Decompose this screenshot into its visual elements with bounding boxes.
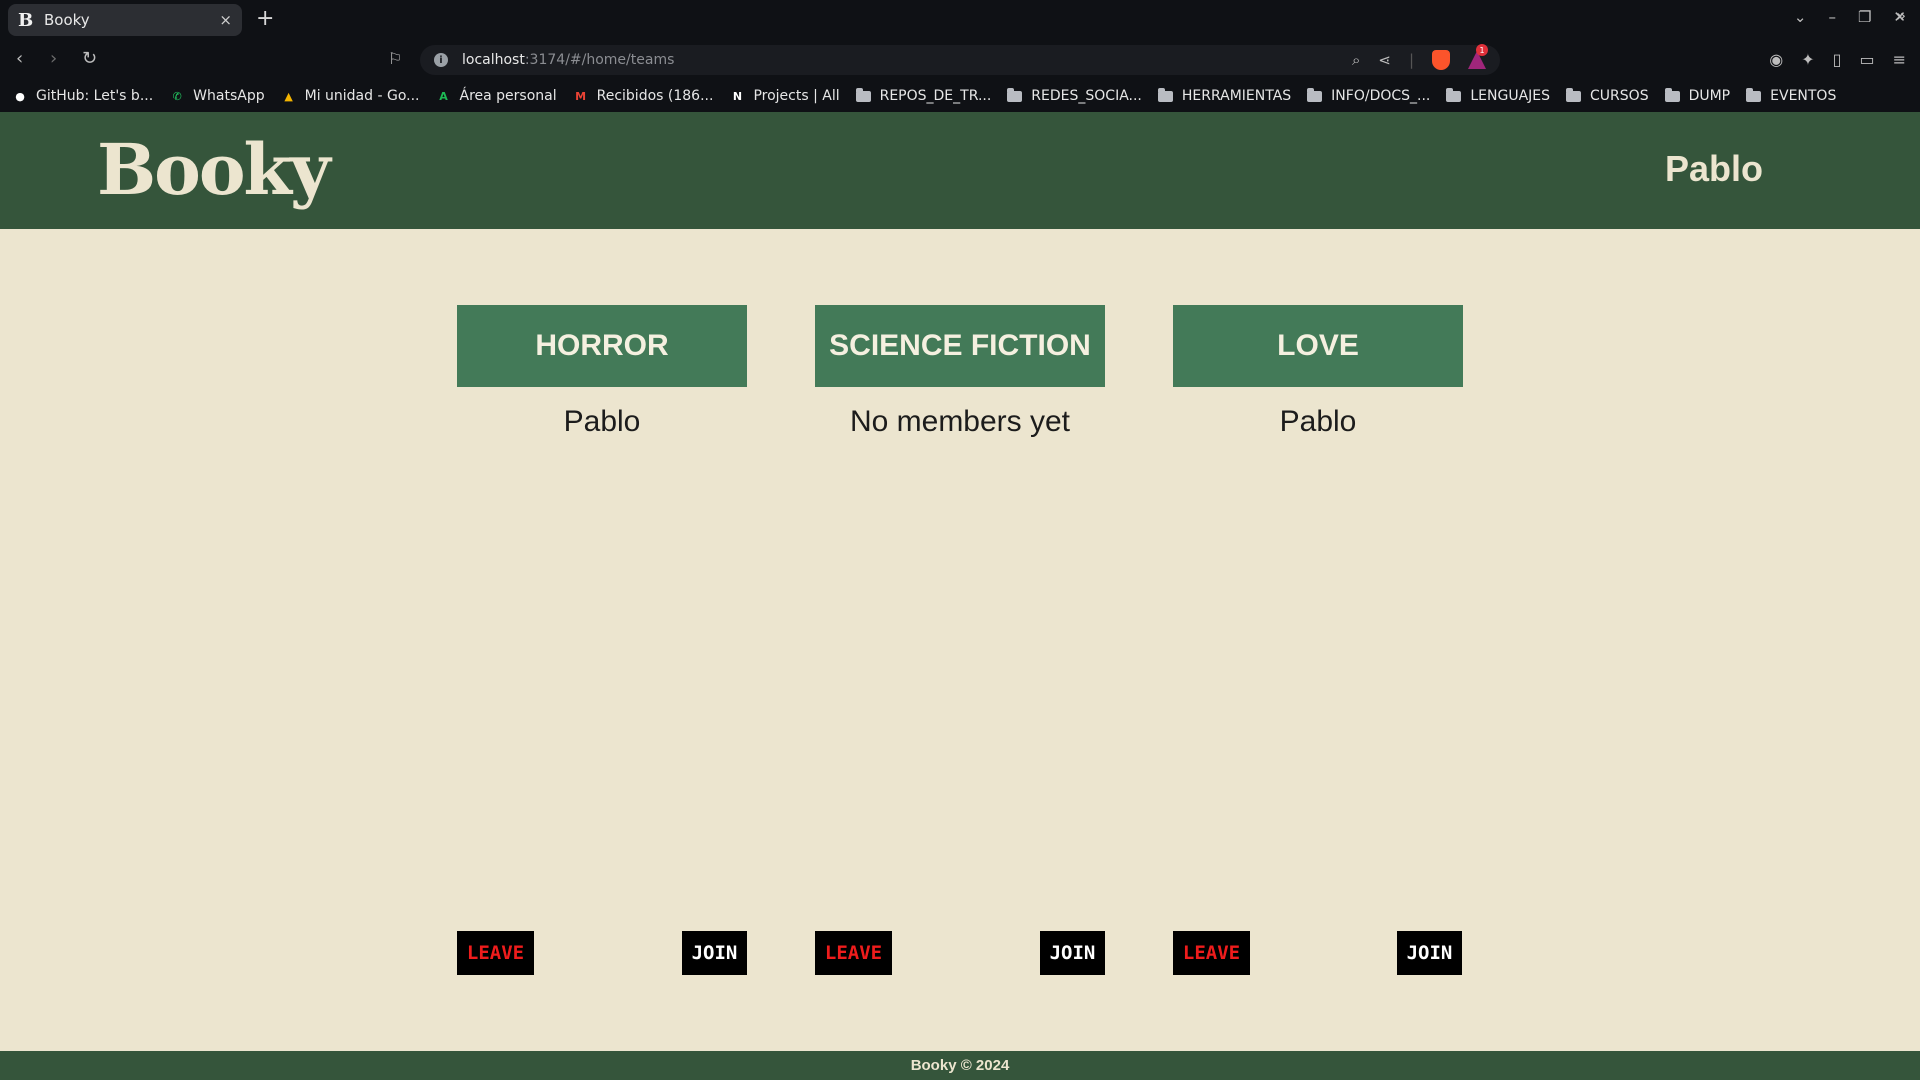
team-title: SCIENCE FICTION — [815, 305, 1105, 387]
sidebar-icon[interactable]: ▯ — [1833, 50, 1842, 69]
close-tab-icon[interactable]: × — [219, 11, 232, 29]
booky-logo[interactable]: Booky — [97, 128, 331, 211]
join-science-fiction-button[interactable]: JOIN — [1040, 931, 1105, 975]
share-icon[interactable]: ⋖ — [1378, 51, 1391, 69]
bookmark-item[interactable]: CURSOS — [1566, 87, 1649, 104]
minimize-icon[interactable]: – — [1828, 8, 1836, 26]
bookmark-label: LENGUAJES — [1470, 88, 1551, 104]
folder-icon — [1566, 87, 1582, 102]
bookmark-label: WhatsApp — [193, 88, 265, 104]
toolbar-right-actions: ◉ ✦ ▯ ▭ ≡ — [1769, 50, 1906, 69]
new-tab-icon[interactable]: + — [256, 6, 274, 31]
bookmark-label: GitHub: Let's b... — [36, 88, 154, 104]
whatsapp-icon: ✆ — [172, 89, 182, 103]
gmail-icon: M — [575, 89, 587, 103]
bookmark-label: INFO/DOCS_... — [1331, 88, 1431, 104]
bookmark-item[interactable]: ● GitHub: Let's b... — [12, 88, 153, 104]
url-path: :3174/#/home/teams — [524, 52, 675, 68]
team-title: HORROR — [457, 305, 747, 387]
bookmark-label: EVENTOS — [1770, 88, 1837, 104]
user-name[interactable]: Pablo — [1665, 148, 1763, 190]
folder-icon — [1007, 87, 1023, 102]
app-header: Booky Pablo — [0, 112, 1920, 229]
folder-icon — [1746, 87, 1762, 102]
team-members: Pablo — [1279, 405, 1357, 438]
bookmark-label: Área personal — [459, 88, 557, 104]
tab-title: Booky — [44, 11, 90, 29]
bookmark-label: REPOS_DE_TR... — [879, 88, 992, 104]
restore-icon[interactable]: ❐ — [1858, 8, 1871, 26]
bookmark-item[interactable]: REPOS_DE_TR... — [855, 87, 992, 104]
team-card-science-fiction: SCIENCE FICTION No members yet — [815, 305, 1105, 439]
leave-horror-button[interactable]: LEAVE — [457, 931, 534, 975]
browser-toolbar: ‹ › ↻ ⚐ i localhost:3174/#/home/teams ⌕ … — [0, 40, 1920, 80]
folder-icon — [1446, 87, 1462, 102]
folder-icon — [1307, 87, 1323, 102]
team-card-love: LOVE Pablo — [1173, 305, 1463, 439]
bookmark-label: HERRAMIENTAS — [1181, 88, 1292, 104]
bookmark-item[interactable]: INFO/DOCS_... — [1307, 87, 1431, 104]
booky-favicon-icon: B — [18, 9, 34, 31]
browser-tabstrip: B Booky × + ⌄ – ❐ ✕ — [0, 0, 1920, 40]
extensions-icon[interactable]: ✦ — [1801, 50, 1814, 69]
back-icon[interactable]: ‹ — [16, 48, 23, 69]
folder-icon — [1157, 87, 1173, 102]
bookmark-label: Mi unidad - Go... — [304, 88, 420, 104]
join-horror-button[interactable]: JOIN — [682, 931, 747, 975]
team-card-horror: HORROR Pablo — [457, 305, 747, 439]
bookmark-item[interactable]: LENGUAJES — [1446, 87, 1551, 104]
menu-icon[interactable]: ≡ — [1893, 50, 1906, 69]
bookmark-label: Recibidos (186... — [596, 88, 714, 104]
folder-icon — [1664, 87, 1680, 102]
leave-love-button[interactable]: LEAVE — [1173, 931, 1250, 975]
notion-icon: N — [732, 89, 743, 103]
bookmark-label: Projects | All — [753, 88, 840, 104]
bookmark-label: REDES_SOCIA... — [1031, 88, 1142, 104]
app-footer: Booky © 2024 — [0, 1051, 1920, 1080]
bookmark-item[interactable]: M Recibidos (186... — [573, 88, 714, 104]
tab-list-icon[interactable]: ⌄ — [1794, 8, 1807, 26]
separator: | — [1408, 51, 1414, 69]
window-controls: ⌄ – ❐ ✕ — [1794, 8, 1906, 26]
bookmark-item[interactable]: DUMP — [1664, 87, 1731, 104]
address-bar[interactable]: i localhost:3174/#/home/teams ⌕ ⋖ | — [420, 45, 1500, 75]
address-bar-actions: ⌕ ⋖ | — [1352, 50, 1486, 70]
zoom-icon[interactable]: ⌕ — [1352, 51, 1360, 69]
bookmark-label: CURSOS — [1590, 88, 1649, 104]
google-drive-icon: ▲ — [284, 89, 293, 103]
forward-icon[interactable]: › — [50, 48, 57, 69]
area-personal-icon: A — [439, 89, 448, 103]
bookmark-item[interactable]: N Projects | All — [729, 88, 840, 104]
wallet-icon[interactable]: ▭ — [1859, 50, 1874, 69]
more-bookmarks-icon[interactable]: » — [1896, 6, 1906, 25]
rewards-badge: 1 — [1476, 44, 1488, 56]
bookmark-item[interactable]: EVENTOS — [1746, 87, 1837, 104]
bookmark-item[interactable]: REDES_SOCIA... — [1007, 87, 1142, 104]
bookmark-item[interactable]: A Área personal — [436, 88, 557, 104]
bookmark-item[interactable]: HERRAMIENTAS — [1157, 87, 1292, 104]
site-info-icon[interactable]: i — [434, 53, 448, 67]
join-love-button[interactable]: JOIN — [1397, 931, 1462, 975]
github-icon: ● — [15, 89, 25, 103]
url-host: localhost — [462, 52, 525, 68]
team-title: LOVE — [1173, 305, 1463, 387]
bookmark-label: DUMP — [1688, 88, 1731, 104]
reload-icon[interactable]: ↻ — [82, 48, 97, 69]
bookmark-icon[interactable]: ⚐ — [388, 49, 402, 68]
folder-icon — [855, 87, 871, 102]
leave-science-fiction-button[interactable]: LEAVE — [815, 931, 892, 975]
bookmark-item[interactable]: ✆ WhatsApp — [169, 88, 265, 104]
bookmarks-bar: ● GitHub: Let's b... ✆ WhatsApp ▲ Mi unidad -… — [0, 80, 1920, 112]
browser-tab-booky[interactable]: B Booky × — [8, 4, 242, 36]
team-members: Pablo — [563, 405, 641, 438]
brave-shields-icon[interactable] — [1432, 50, 1450, 70]
private-window-icon[interactable]: ◉ — [1769, 50, 1783, 69]
team-members: No members yet — [849, 405, 1071, 438]
bookmark-item[interactable]: ▲ Mi unidad - Go... — [281, 88, 420, 104]
